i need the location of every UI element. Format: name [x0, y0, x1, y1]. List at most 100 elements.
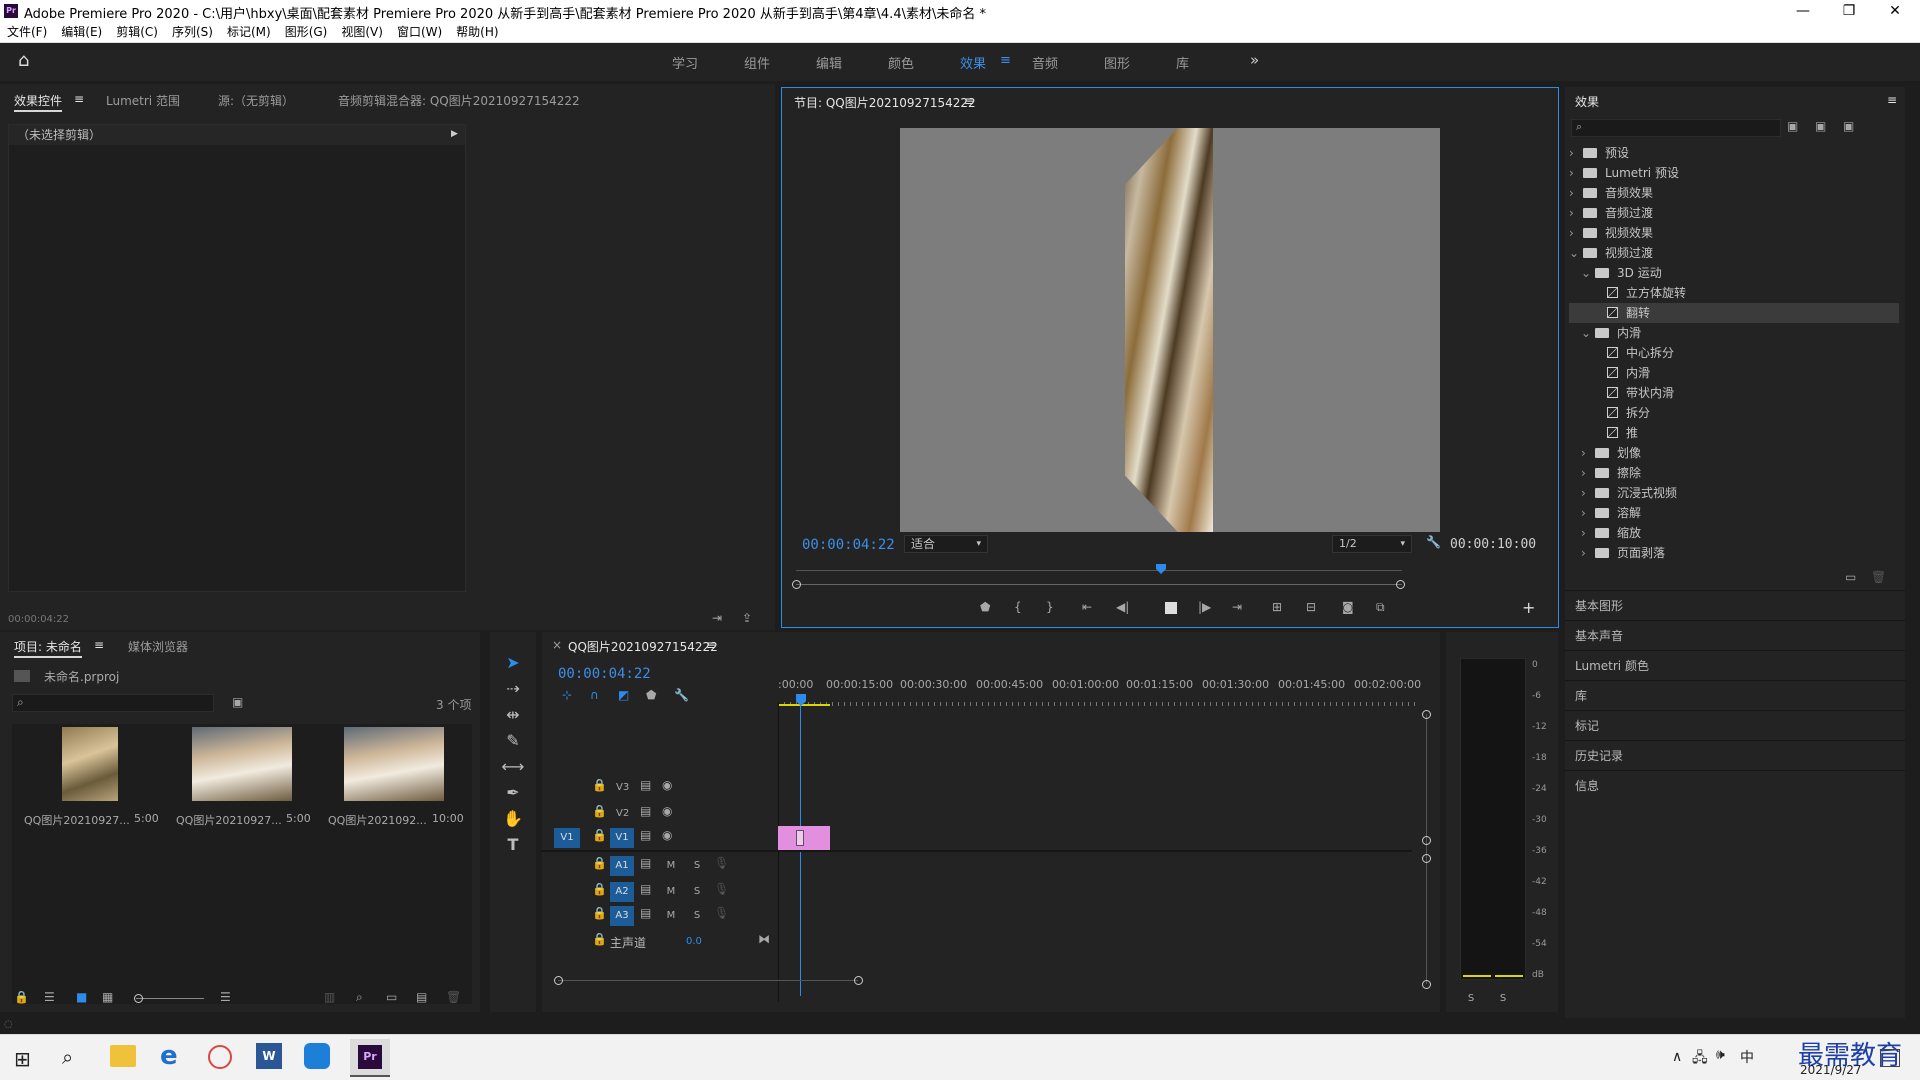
- effects-menu-icon[interactable]: ≡: [1887, 93, 1897, 107]
- vscroll-handle-mid[interactable]: [1422, 836, 1431, 845]
- tab-lumetri-scopes[interactable]: Lumetri 范围: [106, 92, 180, 109]
- lock-icon[interactable]: 🔒: [592, 882, 607, 896]
- chevron-right-icon[interactable]: ›: [1581, 483, 1595, 503]
- menu-edit[interactable]: 编辑(E): [54, 22, 109, 42]
- solo-button[interactable]: S: [688, 883, 706, 901]
- new-item-icon[interactable]: ▤: [416, 990, 427, 1004]
- freeform-view-icon[interactable]: ▦: [102, 990, 113, 1004]
- eye-icon[interactable]: ◉: [662, 804, 672, 818]
- resolution-dropdown[interactable]: 1/2 ▾: [1332, 535, 1412, 553]
- zoom-slider-handle[interactable]: [134, 994, 143, 1003]
- compare-icon[interactable]: ⧉: [1376, 600, 1385, 615]
- menu-view[interactable]: 视图(V): [334, 22, 390, 42]
- mic-icon[interactable]: 🎙: [714, 906, 729, 920]
- nest-icon[interactable]: ⊹: [562, 688, 572, 702]
- linked-selection-icon[interactable]: ◩: [618, 688, 629, 702]
- effects-tree-item[interactable]: ⌄ 视频过渡: [1569, 243, 1899, 263]
- tab-project[interactable]: 项目: 未命名: [14, 638, 82, 658]
- eye-icon[interactable]: ◉: [662, 778, 672, 792]
- delete-icon[interactable]: 🗑: [1871, 570, 1886, 584]
- filter-icon[interactable]: ⇥: [712, 611, 722, 625]
- effects-tree-item[interactable]: › 视频效果: [1569, 223, 1899, 243]
- effects-tree-item[interactable]: 内滑: [1569, 363, 1899, 383]
- chevron-right-icon[interactable]: ›: [1569, 143, 1583, 163]
- workspace-assembly[interactable]: 组件: [744, 53, 770, 72]
- zoom-slider[interactable]: [136, 998, 204, 999]
- effects-tree-item[interactable]: 中心拆分: [1569, 343, 1899, 363]
- effects-tree-item[interactable]: › 预设: [1569, 143, 1899, 163]
- vscroll-handle-top[interactable]: [1422, 710, 1431, 719]
- track-name[interactable]: A3: [610, 906, 634, 926]
- chevron-right-icon[interactable]: ›: [1581, 523, 1595, 543]
- step-back-icon[interactable]: ◀|: [1116, 600, 1129, 614]
- project-search-field[interactable]: ⌕: [12, 694, 214, 712]
- timeline-vscroll[interactable]: [1426, 714, 1427, 984]
- effects-tree-item[interactable]: 推: [1569, 423, 1899, 443]
- program-playhead[interactable]: [1156, 564, 1166, 574]
- effects-tree-item[interactable]: 翻转: [1569, 303, 1899, 323]
- eye-icon[interactable]: ◉: [662, 828, 672, 842]
- find-icon[interactable]: ⌕: [356, 990, 363, 1005]
- menu-graphics[interactable]: 图形(G): [278, 22, 335, 42]
- meter-solo-right[interactable]: S: [1494, 990, 1512, 1008]
- workspace-menu-icon[interactable]: ≡: [1000, 53, 1011, 68]
- accelerated-effects-icon[interactable]: ▣: [1787, 119, 1798, 133]
- chevron-right-icon[interactable]: ›: [1569, 203, 1583, 223]
- file-explorer-icon[interactable]: [110, 1045, 136, 1067]
- workspace-overflow-icon[interactable]: »: [1250, 51, 1259, 69]
- lock-icon[interactable]: 🔒: [592, 804, 607, 818]
- lock-icon[interactable]: 🔒: [592, 828, 607, 842]
- clear-icon[interactable]: 🗑: [446, 990, 461, 1004]
- stop-icon[interactable]: [1165, 602, 1177, 614]
- vscroll-handle-bottom[interactable]: [1422, 980, 1431, 989]
- chevron-right-icon[interactable]: ›: [1581, 443, 1595, 463]
- timeline-zoom-left[interactable]: [554, 976, 563, 985]
- project-item[interactable]: QQ图片2021092... 10:00: [316, 724, 468, 844]
- tab-audio-clip-mixer[interactable]: 音频剪辑混合器: QQ图片20210927154222: [338, 92, 580, 109]
- sync-lock-icon[interactable]: ▤: [640, 856, 651, 870]
- meter-solo-left[interactable]: S: [1462, 990, 1480, 1008]
- sync-lock-icon[interactable]: ▤: [640, 828, 651, 842]
- tab-effect-controls[interactable]: 效果控件: [14, 92, 63, 112]
- effects-tree-item[interactable]: › 擦除: [1569, 463, 1899, 483]
- menu-markers[interactable]: 标记(M): [220, 22, 278, 42]
- program-menu-icon[interactable]: ≡: [964, 94, 974, 108]
- zoom-handle-right[interactable]: [1396, 580, 1405, 589]
- project-item[interactable]: QQ图片20210927... 5:00: [12, 724, 164, 844]
- premiere-task[interactable]: Pr: [350, 1039, 390, 1077]
- panel-essential-graphics[interactable]: 基本图形: [1565, 590, 1905, 620]
- timeline-zoom-right[interactable]: [854, 976, 863, 985]
- extract-icon[interactable]: ⊟: [1306, 600, 1316, 614]
- new-bin-icon[interactable]: ▭: [1845, 570, 1856, 584]
- expand-arrow-icon[interactable]: ▶: [451, 129, 458, 139]
- timeline-zoom-bar[interactable]: [558, 980, 858, 981]
- workspace-libraries[interactable]: 库: [1176, 53, 1189, 72]
- mic-icon[interactable]: 🎙: [714, 882, 729, 896]
- panel-info[interactable]: 信息: [1565, 770, 1905, 800]
- wrench-icon[interactable]: 🔧: [1426, 535, 1441, 549]
- chevron-down-icon[interactable]: ⌄: [1581, 323, 1595, 343]
- mark-in-icon[interactable]: {: [1014, 600, 1022, 614]
- snap-icon[interactable]: ∩: [590, 688, 599, 702]
- chevron-right-icon[interactable]: ›: [1569, 163, 1583, 183]
- effects-tree-item[interactable]: › 沉浸式视频: [1569, 483, 1899, 503]
- mute-button[interactable]: M: [662, 907, 680, 925]
- project-menu-icon[interactable]: ≡: [94, 638, 104, 652]
- panel-markers[interactable]: 标记: [1565, 710, 1905, 740]
- timeline-menu-icon[interactable]: ≡: [706, 638, 716, 652]
- effects-tree-item[interactable]: › 溶解: [1569, 503, 1899, 523]
- windows-start-icon[interactable]: ⊞: [14, 1047, 31, 1071]
- menu-help[interactable]: 帮助(H): [449, 22, 505, 42]
- effects-tree-item[interactable]: › 音频效果: [1569, 183, 1899, 203]
- list-view-icon[interactable]: ☰: [44, 990, 55, 1004]
- sync-lock-icon[interactable]: ▤: [640, 804, 651, 818]
- volume-icon[interactable]: 🕪: [1716, 1047, 1725, 1063]
- menu-clip[interactable]: 剪辑(C): [109, 22, 165, 42]
- restore-button[interactable]: ❐: [1826, 0, 1872, 22]
- program-title[interactable]: 节目: QQ图片20210927154222: [794, 94, 976, 111]
- effects-tree-item[interactable]: › Lumetri 预设: [1569, 163, 1899, 183]
- timeline-close-icon[interactable]: ×: [552, 638, 562, 652]
- timeline-title[interactable]: QQ图片20210927154222: [568, 638, 718, 655]
- chevron-down-icon[interactable]: ⌄: [1569, 243, 1583, 263]
- effects-tree-item[interactable]: › 页面剥落: [1569, 543, 1899, 563]
